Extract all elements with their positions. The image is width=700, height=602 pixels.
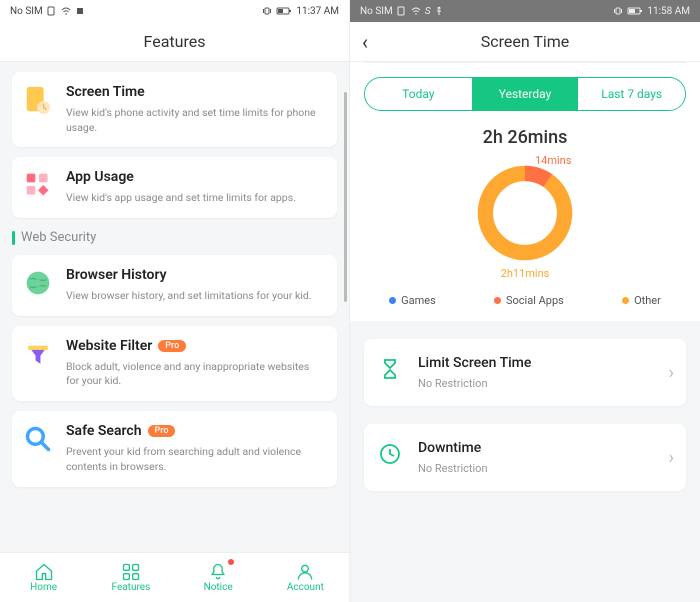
card-browser-history[interactable]: Browser History View browser history, an… <box>12 255 337 316</box>
screen-time-body: Today Yesterday Last 7 days 2h 26mins 14… <box>350 62 700 602</box>
home-icon <box>34 562 54 582</box>
lcard-sub: No Restriction <box>418 377 672 390</box>
tab-yesterday[interactable]: Yesterday <box>472 78 579 110</box>
card-desc-text: Prevent your kid from searching adult an… <box>66 445 325 474</box>
pro-badge: Pro <box>158 340 186 352</box>
card-desc-text: View kid's phone activity and set time l… <box>66 106 325 135</box>
card-safe-search[interactable]: Safe Search Pro Prevent your kid from se… <box>12 411 337 486</box>
clock-text: 11:37 AM <box>296 6 339 17</box>
screen-time-icon <box>22 84 54 116</box>
tab-last-7-days[interactable]: Last 7 days <box>578 78 685 110</box>
usb-icon <box>434 6 444 16</box>
search-icon <box>22 423 54 455</box>
battery-icon <box>627 6 643 16</box>
legend-social: Social Apps <box>494 294 564 307</box>
lcard-sub: No Restriction <box>418 462 672 475</box>
time-range-tabs: Today Yesterday Last 7 days <box>364 77 686 111</box>
card-title-text: App Usage <box>66 169 134 185</box>
lcard-title: Limit Screen Time <box>418 355 672 371</box>
header: Features <box>0 22 349 62</box>
legend-dot-icon <box>622 297 629 304</box>
page-title: Features <box>144 32 206 51</box>
status-extra: S <box>425 6 431 17</box>
wifi-icon <box>411 6 421 16</box>
card-downtime[interactable]: Downtime No Restriction › <box>364 424 686 491</box>
restrictions-section: Limit Screen Time No Restriction › Downt… <box>350 321 700 602</box>
legend-dot-icon <box>494 297 501 304</box>
card-website-filter[interactable]: Website Filter Pro Block adult, violence… <box>12 326 337 401</box>
card-title-text: Safe Search <box>66 423 142 439</box>
card-title-text: Screen Time <box>66 84 145 100</box>
globe-icon <box>22 267 54 299</box>
clock-icon <box>376 440 404 468</box>
carrier-text: No SIM <box>10 6 43 17</box>
donut-segment-label-social: 14mins <box>535 154 571 167</box>
nav-features[interactable]: Features <box>87 553 174 602</box>
header: ‹ Screen Time <box>350 22 700 62</box>
status-bar: No SIM 11:37 AM <box>0 0 349 22</box>
section-web-security: Web Security <box>12 230 349 245</box>
donut-segment-label-other: 2h11mins <box>501 267 550 280</box>
battery-saver-icon <box>75 6 85 16</box>
carrier-text: No SIM <box>360 6 393 17</box>
features-scroll[interactable]: Screen Time View kid's phone activity an… <box>0 62 349 552</box>
grid-icon <box>121 562 141 582</box>
card-app-usage[interactable]: App Usage View kid's app usage and set t… <box>12 157 337 218</box>
battery-icon <box>276 6 292 16</box>
wifi-icon <box>61 6 71 16</box>
status-bar: No SIM S 11:58 AM <box>350 0 700 22</box>
notification-dot-icon <box>228 559 234 565</box>
phone-screen-time: No SIM S 11:58 AM ‹ Screen Time Today Ye… <box>350 0 700 602</box>
lcard-title: Downtime <box>418 440 672 456</box>
divider <box>364 62 686 63</box>
back-button[interactable]: ‹ <box>362 30 368 54</box>
card-title-text: Website Filter <box>66 338 152 354</box>
funnel-icon <box>22 338 54 370</box>
tab-today[interactable]: Today <box>365 78 472 110</box>
legend-other: Other <box>622 294 661 307</box>
sim-icon <box>47 6 57 16</box>
usage-donut-chart: 14mins 2h11mins <box>470 158 580 268</box>
nav-notice[interactable]: Notice <box>175 553 262 602</box>
bottom-nav: Home Features Notice Account <box>0 552 349 602</box>
hourglass-icon <box>376 355 404 383</box>
legend-games: Games <box>389 294 436 307</box>
legend-dot-icon <box>389 297 396 304</box>
card-desc-text: View browser history, and set limitation… <box>66 289 325 304</box>
card-limit-screen-time[interactable]: Limit Screen Time No Restriction › <box>364 339 686 406</box>
chevron-right-icon: › <box>669 447 674 468</box>
scrollbar-thumb[interactable] <box>344 92 347 302</box>
person-icon <box>295 562 315 582</box>
card-desc-text: Block adult, violence and any inappropri… <box>66 360 325 389</box>
card-desc-text: View kid's app usage and set time limits… <box>66 191 325 206</box>
chevron-right-icon: › <box>669 362 674 383</box>
nav-home[interactable]: Home <box>0 553 87 602</box>
sim-icon <box>397 6 407 16</box>
bell-icon <box>208 562 228 582</box>
phone-features: No SIM 11:37 AM Features Screen Time Vie… <box>0 0 350 602</box>
page-title: Screen Time <box>481 32 570 51</box>
pro-badge: Pro <box>148 425 176 437</box>
card-screen-time[interactable]: Screen Time View kid's phone activity an… <box>12 72 337 147</box>
app-usage-icon <box>22 169 54 201</box>
card-title-text: Browser History <box>66 267 167 283</box>
clock-text: 11:58 AM <box>647 6 690 17</box>
total-time-text: 2h 26mins <box>350 127 700 148</box>
vibrate-icon <box>613 6 623 16</box>
vibrate-icon <box>262 6 272 16</box>
chart-legend: Games Social Apps Other <box>360 294 690 307</box>
nav-account[interactable]: Account <box>262 553 349 602</box>
